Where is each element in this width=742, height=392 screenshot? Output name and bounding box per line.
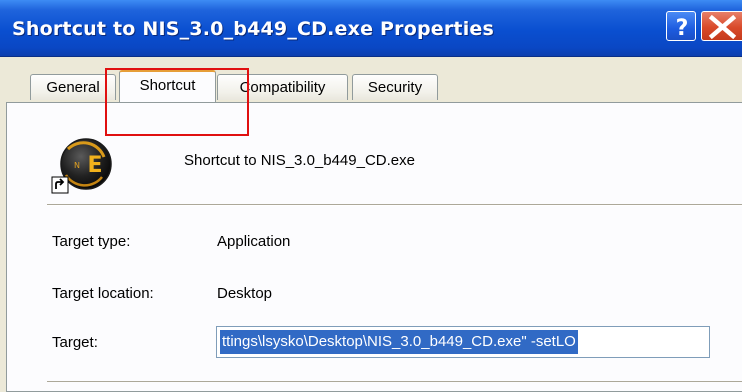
help-button[interactable]: ? — [666, 11, 696, 41]
target-type-value: Application — [217, 233, 291, 250]
close-icon — [708, 14, 737, 40]
divider — [47, 204, 742, 206]
tab-security[interactable]: Security — [352, 74, 438, 100]
target-type-label: Target type: — [52, 233, 131, 250]
target-field-selected-text[interactable]: ttings\lsysko\Desktop\NIS_3.0_b449_CD.ex… — [220, 330, 578, 354]
annotation-highlight-box — [105, 68, 249, 136]
divider-bottom — [47, 381, 742, 382]
target-label: Target: — [52, 334, 98, 351]
svg-text:E: E — [87, 153, 102, 178]
svg-text:?: ? — [676, 16, 689, 41]
title-bar[interactable]: Shortcut to NIS_3.0_b449_CD.exe Properti… — [0, 0, 742, 57]
tab-general[interactable]: General — [30, 74, 116, 100]
tab-general-label: General — [46, 79, 100, 96]
svg-text:N: N — [74, 161, 80, 170]
help-icon: ? — [676, 16, 689, 41]
tab-compatibility-label: Compatibility — [239, 79, 326, 96]
window-title: Shortcut to NIS_3.0_b449_CD.exe Properti… — [12, 18, 494, 40]
close-button[interactable] — [701, 11, 742, 41]
shortcut-name: Shortcut to NIS_3.0_b449_CD.exe — [184, 152, 415, 169]
target-location-label: Target location: — [52, 285, 154, 302]
application-icon: E N — [51, 138, 112, 194]
target-field[interactable]: ttings\lsysko\Desktop\NIS_3.0_b449_CD.ex… — [216, 326, 710, 358]
tab-security-label: Security — [367, 79, 423, 96]
target-location-value: Desktop — [217, 285, 273, 302]
